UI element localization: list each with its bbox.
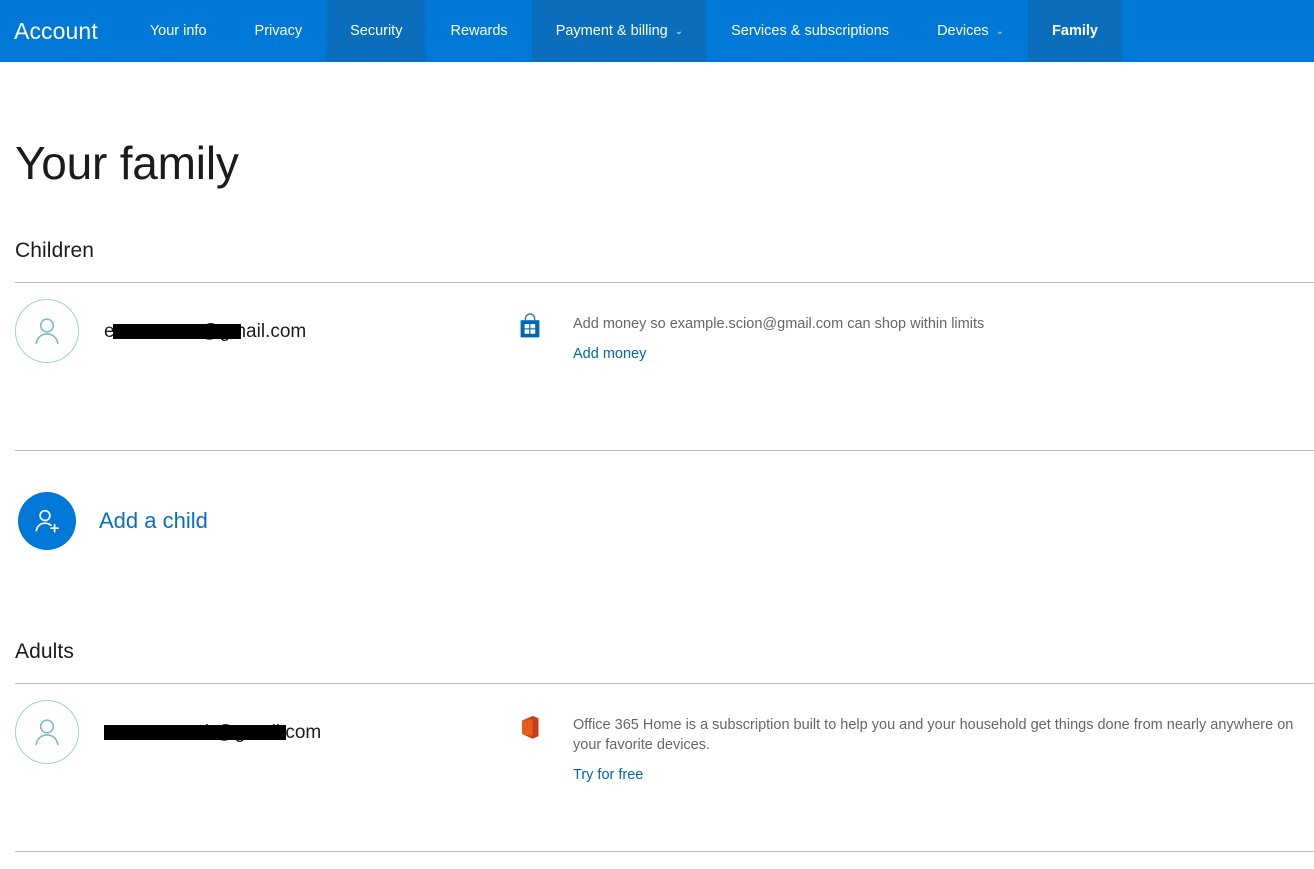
page-title: Your family <box>15 62 1314 186</box>
account-brand-label: Account <box>14 20 98 43</box>
top-navigation-bar: Account Your info Privacy Security Rewar… <box>0 0 1314 62</box>
nav-item-payment-and-billing[interactable]: Payment & billing ⌄ <box>532 0 707 62</box>
nav-item-privacy[interactable]: Privacy <box>231 0 327 62</box>
nav-filler <box>1122 0 1314 62</box>
member-offer-store: Add money so example.scion@gmail.com can… <box>515 283 984 363</box>
nav-item-label: Family <box>1052 24 1098 39</box>
member-offer-office365: Office 365 Home is a subscription built … <box>515 684 1303 784</box>
add-money-link[interactable]: Add money <box>573 346 646 362</box>
person-outline-icon <box>15 700 79 764</box>
member-email-adult: ch@gmail.com <box>104 723 321 742</box>
offer-description: Office 365 Home is a subscription built … <box>573 715 1303 755</box>
add-person-icon <box>18 492 76 550</box>
member-identity: ch@gmail.com <box>15 684 515 764</box>
add-an-adult-row[interactable]: Add an adult <box>15 852 1314 869</box>
offer-body: Add money so example.scion@gmail.com can… <box>573 312 984 363</box>
email-redaction-bar <box>113 324 241 339</box>
family-page: Your family Children e on@gmail.com <box>0 62 1314 869</box>
nav-item-your-info[interactable]: Your info <box>126 0 231 62</box>
office-365-icon <box>515 713 545 741</box>
account-brand-link[interactable]: Account <box>0 0 126 62</box>
nav-item-label: Devices <box>937 24 989 39</box>
nav-item-rewards[interactable]: Rewards <box>426 0 531 62</box>
nav-item-label: Payment & billing <box>556 24 668 39</box>
email-redaction-bar <box>104 725 286 740</box>
offer-description: Add money so example.scion@gmail.com can… <box>573 314 984 334</box>
offer-body: Office 365 Home is a subscription built … <box>573 713 1303 784</box>
nav-item-security[interactable]: Security <box>326 0 426 62</box>
add-a-child-row[interactable]: Add a child <box>15 451 1314 591</box>
nav-item-services-and-subscriptions[interactable]: Services & subscriptions <box>707 0 913 62</box>
chevron-down-icon: ⌄ <box>996 27 1004 37</box>
nav-item-label: Your info <box>150 24 207 39</box>
person-outline-icon <box>15 299 79 363</box>
member-email-child: e on@gmail.com <box>104 322 306 341</box>
nav-item-label: Security <box>350 24 402 39</box>
member-identity: e on@gmail.com <box>15 283 515 363</box>
microsoft-store-icon <box>515 312 545 339</box>
try-for-free-link[interactable]: Try for free <box>573 767 643 783</box>
family-member-row-adult: ch@gmail.com Office 365 Home is a subscr… <box>15 684 1314 830</box>
section-heading-children: Children <box>15 186 1314 261</box>
nav-item-devices[interactable]: Devices ⌄ <box>913 0 1028 62</box>
nav-item-label: Rewards <box>450 24 507 39</box>
chevron-down-icon: ⌄ <box>675 27 683 37</box>
section-heading-adults: Adults <box>15 591 1314 662</box>
family-member-row-child: e on@gmail.com Add money so example.scio… <box>15 283 1314 429</box>
nav-item-family[interactable]: Family <box>1028 0 1122 62</box>
add-a-child-label: Add a child <box>99 510 208 532</box>
nav-item-label: Privacy <box>255 24 303 39</box>
nav-item-label: Services & subscriptions <box>731 24 889 39</box>
